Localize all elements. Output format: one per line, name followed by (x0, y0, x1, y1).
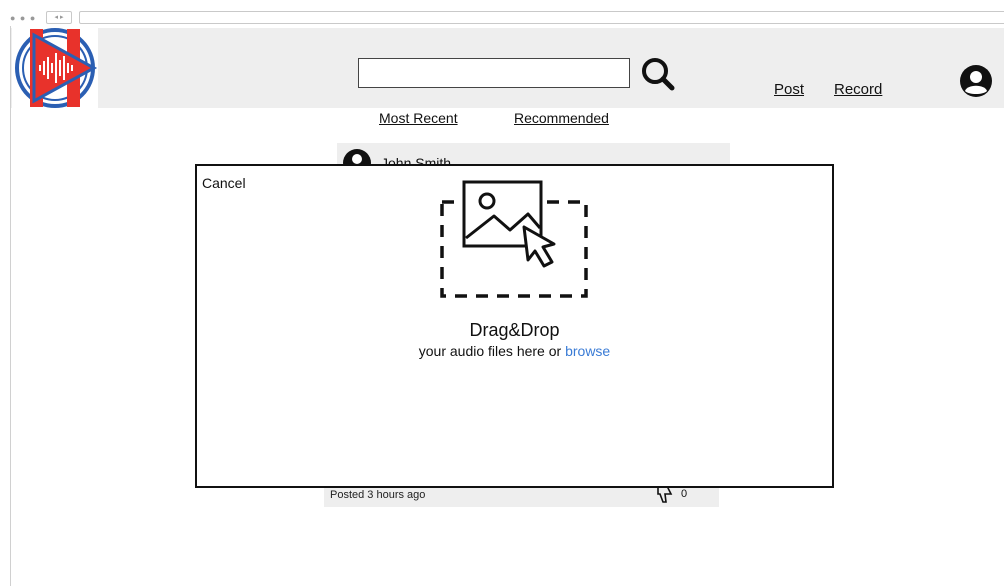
post-timestamp: Posted 3 hours ago (330, 489, 426, 501)
search-icon[interactable] (640, 56, 676, 92)
tab-most-recent[interactable]: Most Recent (379, 110, 458, 126)
tab-recommended[interactable]: Recommended (514, 110, 609, 126)
browse-link[interactable]: browse (565, 343, 610, 359)
record-link[interactable]: Record (834, 81, 882, 98)
logo-icon (15, 28, 98, 108)
drag-drop-image-icon (440, 180, 588, 298)
post-link[interactable]: Post (774, 81, 804, 98)
app-logo[interactable] (12, 27, 98, 109)
address-bar[interactable] (79, 11, 1004, 24)
window-controls[interactable]: ● ● ● (10, 13, 36, 23)
search-input[interactable] (358, 58, 630, 88)
cancel-button[interactable]: Cancel (202, 175, 246, 191)
browser-nav-buttons[interactable]: ◂ ▸ (46, 11, 72, 24)
drop-zone[interactable] (440, 180, 590, 300)
drag-drop-subtitle: your audio files here or browse (195, 343, 834, 359)
post-card-header[interactable]: John Smith (337, 143, 730, 177)
dislike-count: 0 (681, 488, 688, 500)
window-border (10, 26, 11, 586)
user-avatar-icon[interactable] (958, 63, 994, 99)
drag-drop-title: Drag&Drop (469, 320, 560, 340)
drag-drop-hint: your audio files here or (418, 343, 562, 359)
